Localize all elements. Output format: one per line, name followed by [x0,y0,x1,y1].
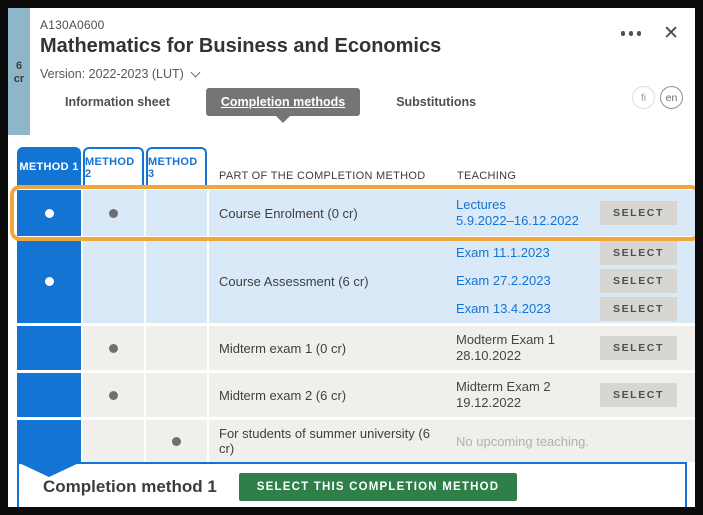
ellipsis-menu-icon[interactable] [620,31,642,36]
method-2-cell [83,373,144,417]
included-dot [109,390,118,400]
select-button[interactable]: SELECT [599,201,677,225]
included-dot [44,276,54,286]
method-1-tab[interactable]: METHOD 1 [17,147,81,187]
method-1-cell [17,420,81,462]
method-1-cell [17,239,81,323]
teaching-link[interactable]: Exam 13.4.2023 [456,301,551,317]
tab-bar: Information sheet Completion methods Sub… [63,88,478,123]
part-name: Midterm exam 1 (0 cr) [209,326,446,370]
method-1-cell [17,373,81,417]
select-button[interactable]: SELECT [599,336,677,360]
select-completion-method-button[interactable]: SELECT THIS COMPLETION METHOD [238,473,518,501]
teaching-cell: Midterm Exam 2 19.12.2022 SELECT [446,373,695,417]
teaching-cell: Exam 11.1.2023 SELECT Exam 27.2.2023 SEL… [446,239,695,323]
tab-substitutions[interactable]: Substitutions [394,88,478,116]
included-dot [172,436,181,446]
method-2-cell [83,190,144,236]
course-dialog: 6 cr A130A0600 Mathematics for Business … [8,8,695,507]
version-dropdown[interactable]: Version: 2022-2023 (LUT) [40,67,441,81]
teaching-info: Midterm Exam 2 19.12.2022 [456,378,551,410]
chevron-down-icon [190,67,201,78]
method-pointer-arrow-icon [17,462,81,477]
method-3-cell [146,239,207,323]
method-1-cell [17,190,81,236]
completion-method-panel: Completion method 1 SELECT THIS COMPLETI… [17,462,687,507]
version-label: Version: 2022-2023 (LUT) [40,67,184,81]
teaching-link[interactable]: Exam 11.1.2023 [456,245,550,261]
method-1-cell [17,326,81,370]
screenshot-frame: 6 cr A130A0600 Mathematics for Business … [0,0,703,515]
window-controls: ✕ [620,24,679,43]
table-row-midterm-exam-1: Midterm exam 1 (0 cr) Modterm Exam 1 28.… [17,326,695,370]
included-dot [44,208,54,218]
method-2-tab[interactable]: METHOD 2 [83,147,144,187]
method-3-tab[interactable]: METHOD 3 [146,147,207,187]
part-name: For students of summer university (6 cr) [209,420,446,462]
select-button[interactable]: SELECT [599,269,677,293]
close-icon[interactable]: ✕ [663,24,679,43]
credits-badge: 6 cr [8,8,30,135]
column-header-part: PART OF THE COMPLETION METHOD [219,170,426,182]
teaching-info: Modterm Exam 1 28.10.2022 [456,331,555,363]
teaching-link[interactable]: Lectures 5.9.2022–16.12.2022 [456,197,579,230]
table-row-midterm-exam-2: Midterm exam 2 (6 cr) Midterm Exam 2 19.… [17,373,695,417]
completion-methods-table: METHOD 1 METHOD 2 METHOD 3 PART OF THE C… [10,143,695,465]
language-button-fi[interactable]: fi [632,86,655,109]
select-button[interactable]: SELECT [599,297,677,321]
part-name: Course Enrolment (0 cr) [209,190,446,236]
credits-unit: cr [13,73,25,86]
tab-information-sheet[interactable]: Information sheet [63,88,172,116]
credits-value: 6 [15,60,23,72]
method-3-cell [146,190,207,236]
table-header: METHOD 1 METHOD 2 METHOD 3 PART OF THE C… [17,143,695,187]
part-name: Midterm exam 2 (6 cr) [209,373,446,417]
teaching-cell: Lectures 5.9.2022–16.12.2022 SELECT [446,190,695,236]
column-header-teaching: TEACHING [457,170,517,182]
teaching-cell: No upcoming teaching. [446,420,695,462]
method-2-cell [83,239,144,323]
included-dot [109,208,118,218]
no-teaching-note: No upcoming teaching. [456,433,589,449]
course-code: A130A0600 [40,18,105,32]
completion-method-heading: Completion method 1 [43,477,217,496]
teaching-cell: Modterm Exam 1 28.10.2022 SELECT [446,326,695,370]
table-row-course-assessment: Course Assessment (6 cr) Exam 11.1.2023 … [17,239,695,323]
method-3-cell [146,420,207,462]
method-2-cell [83,326,144,370]
part-name: Course Assessment (6 cr) [209,239,446,323]
included-dot [109,343,118,353]
select-button[interactable]: SELECT [599,383,677,407]
method-3-cell [146,326,207,370]
method-2-cell [83,420,144,462]
language-button-en[interactable]: en [660,86,683,109]
teaching-link[interactable]: Exam 27.2.2023 [456,273,551,289]
select-button[interactable]: SELECT [599,241,677,265]
tab-completion-methods[interactable]: Completion methods [205,88,361,123]
dialog-header: A130A0600 Mathematics for Business and E… [40,18,441,81]
table-row-summer-university: For students of summer university (6 cr)… [17,420,695,462]
course-title: Mathematics for Business and Economics [40,35,442,57]
method-3-cell [146,373,207,417]
language-switcher: fi en [632,86,683,109]
table-row-course-enrolment: Course Enrolment (0 cr) Lectures 5.9.202… [17,190,695,236]
